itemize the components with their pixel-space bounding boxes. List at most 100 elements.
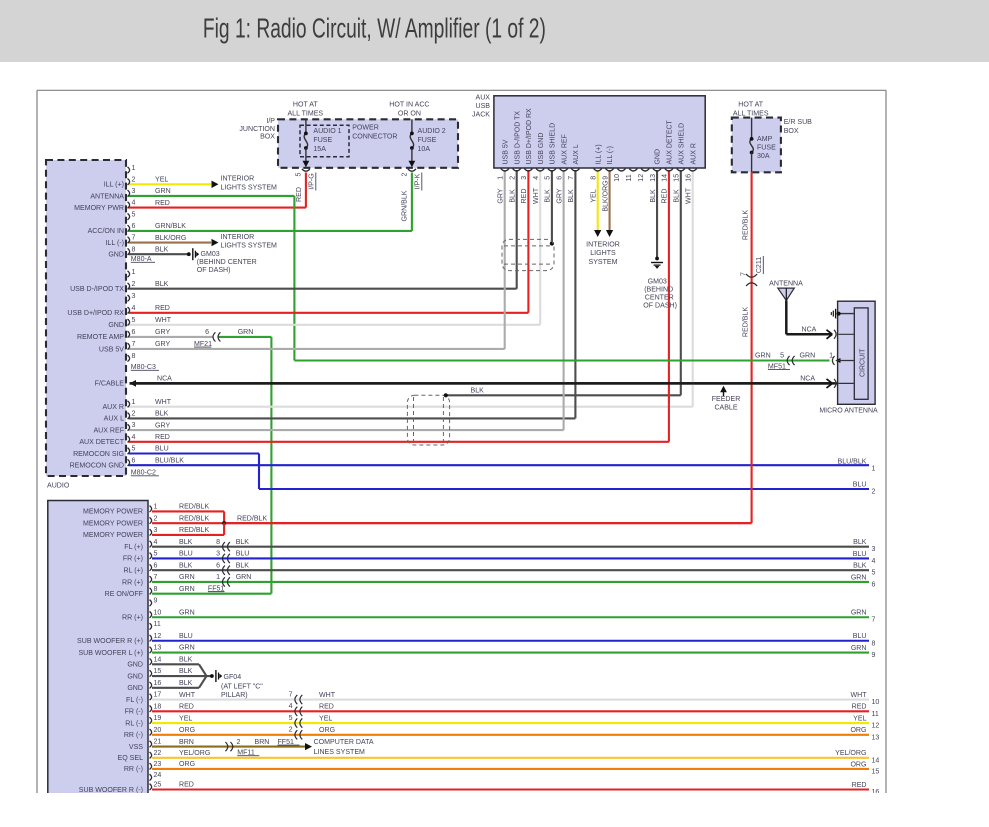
svg-text:3: 3 — [132, 422, 136, 429]
svg-text:9: 9 — [154, 598, 158, 605]
svg-text:GRN: GRN — [755, 353, 771, 360]
svg-text:RED/BLK: RED/BLK — [179, 527, 209, 534]
svg-text:5: 5 — [289, 715, 293, 722]
svg-text:WHT: WHT — [155, 317, 172, 324]
svg-text:RR (-): RR (-) — [124, 732, 143, 739]
svg-text:GRY: GRY — [556, 188, 563, 203]
svg-text:BLK: BLK — [179, 539, 193, 546]
svg-text:ORG: ORG — [179, 761, 195, 768]
svg-text:3: 3 — [154, 527, 158, 534]
svg-text:RL (-): RL (-) — [125, 720, 143, 727]
svg-text:BLU/BLK: BLU/BLK — [155, 457, 184, 464]
svg-text:ORG: ORG — [850, 761, 866, 768]
svg-text:BLK: BLK — [179, 656, 193, 663]
svg-text:11: 11 — [872, 711, 879, 718]
svg-text:RR (+): RR (+) — [122, 615, 143, 622]
svg-text:AMP: AMP — [757, 136, 773, 143]
svg-text:I/P: I/P — [266, 118, 275, 125]
svg-text:GF04: GF04 — [224, 674, 242, 681]
svg-text:13: 13 — [872, 734, 880, 741]
svg-text:(AT LEFT "C": (AT LEFT "C" — [221, 683, 263, 690]
svg-text:BLK: BLK — [179, 668, 193, 675]
svg-text:I/P-G: I/P-G — [309, 173, 316, 189]
svg-text:4: 4 — [132, 200, 136, 207]
svg-text:BLK: BLK — [674, 189, 681, 203]
svg-text:5: 5 — [132, 211, 136, 218]
svg-text:7: 7 — [568, 176, 575, 180]
svg-text:LIGHTS: LIGHTS — [590, 250, 616, 257]
svg-text:GND: GND — [127, 662, 143, 669]
svg-text:FR (+): FR (+) — [123, 556, 143, 563]
svg-text:BLK: BLK — [853, 539, 867, 546]
svg-text:7: 7 — [741, 272, 748, 276]
svg-text:AUX R: AUX R — [690, 143, 697, 164]
svg-text:GRN: GRN — [851, 645, 867, 652]
svg-text:BOX: BOX — [260, 134, 275, 141]
svg-text:HOT IN ACC: HOT IN ACC — [389, 101, 429, 108]
svg-text:GRN/BLK: GRN/BLK — [155, 223, 186, 230]
svg-text:RED: RED — [179, 704, 194, 711]
svg-text:GND: GND — [655, 149, 662, 165]
svg-text:C211: C211 — [756, 257, 763, 273]
svg-text:5: 5 — [154, 551, 158, 558]
svg-text:CABLE: CABLE — [714, 405, 737, 412]
svg-text:SUB WOOFER R (-): SUB WOOFER R (-) — [79, 787, 143, 794]
svg-text:BLK: BLK — [179, 562, 193, 569]
svg-text:2: 2 — [289, 727, 293, 734]
svg-text:GRY: GRY — [155, 329, 170, 336]
svg-text:CIRCUIT: CIRCUIT — [859, 348, 866, 377]
svg-text:AUDIO 2: AUDIO 2 — [418, 128, 446, 135]
svg-text:12: 12 — [872, 723, 880, 730]
svg-text:10: 10 — [872, 699, 880, 706]
svg-text:SUB WOOFER L (+): SUB WOOFER L (+) — [78, 650, 143, 657]
svg-text:INTERIOR: INTERIOR — [221, 176, 255, 183]
svg-text:20: 20 — [154, 727, 162, 734]
svg-text:AUX L: AUX L — [573, 144, 580, 164]
svg-text:BLK: BLK — [471, 387, 485, 394]
svg-text:6: 6 — [872, 581, 876, 588]
svg-text:12: 12 — [638, 174, 645, 182]
svg-text:VSS: VSS — [129, 744, 143, 751]
svg-text:RED: RED — [155, 200, 170, 207]
svg-text:BLK: BLK — [545, 189, 552, 203]
svg-text:USB SHIELD: USB SHIELD — [550, 123, 557, 165]
svg-text:POWER: POWER — [352, 125, 379, 132]
svg-text:SYSTEM: SYSTEM — [589, 259, 618, 266]
svg-text:RED: RED — [852, 782, 867, 789]
svg-text:8: 8 — [154, 586, 158, 593]
svg-text:2: 2 — [402, 172, 409, 176]
svg-text:GRY: GRY — [155, 422, 170, 429]
svg-text:RE ON/OFF: RE ON/OFF — [105, 591, 144, 598]
svg-text:8: 8 — [132, 246, 136, 253]
svg-text:3: 3 — [216, 551, 220, 558]
svg-text:16: 16 — [154, 680, 162, 687]
svg-text:GND: GND — [127, 673, 143, 680]
svg-text:REMOCON SIG: REMOCON SIG — [73, 451, 124, 458]
svg-text:BLK: BLK — [236, 539, 250, 546]
svg-text:WHT: WHT — [155, 399, 172, 406]
svg-text:LIGHTS SYSTEM: LIGHTS SYSTEM — [221, 184, 278, 191]
svg-text:AUX R: AUX R — [102, 404, 124, 411]
svg-text:8: 8 — [216, 539, 220, 546]
svg-text:AUX DETECT: AUX DETECT — [79, 439, 124, 446]
svg-text:GRN: GRN — [800, 353, 816, 360]
svg-text:1: 1 — [872, 466, 876, 473]
svg-text:GRN: GRN — [179, 645, 195, 652]
svg-text:21: 21 — [154, 739, 162, 746]
svg-text:EQ SEL: EQ SEL — [118, 755, 144, 762]
svg-text:6: 6 — [132, 457, 136, 464]
svg-text:BLK: BLK — [155, 411, 169, 418]
svg-text:ILL (-): ILL (-) — [607, 146, 614, 164]
svg-text:15: 15 — [154, 668, 162, 675]
svg-text:12: 12 — [154, 633, 162, 640]
svg-text:BLU/BLK: BLU/BLK — [838, 458, 867, 465]
svg-text:10: 10 — [614, 174, 621, 182]
svg-text:AUX REF: AUX REF — [561, 134, 568, 164]
svg-text:RED/BLK: RED/BLK — [179, 504, 209, 511]
svg-text:MEMORY POWER: MEMORY POWER — [83, 532, 143, 539]
svg-text:GRN: GRN — [155, 188, 171, 195]
svg-text:AUX L: AUX L — [104, 416, 124, 423]
svg-text:NCA: NCA — [802, 326, 817, 333]
svg-text:FEEDER: FEEDER — [712, 396, 741, 403]
svg-text:OF DASH): OF DASH) — [643, 303, 677, 310]
